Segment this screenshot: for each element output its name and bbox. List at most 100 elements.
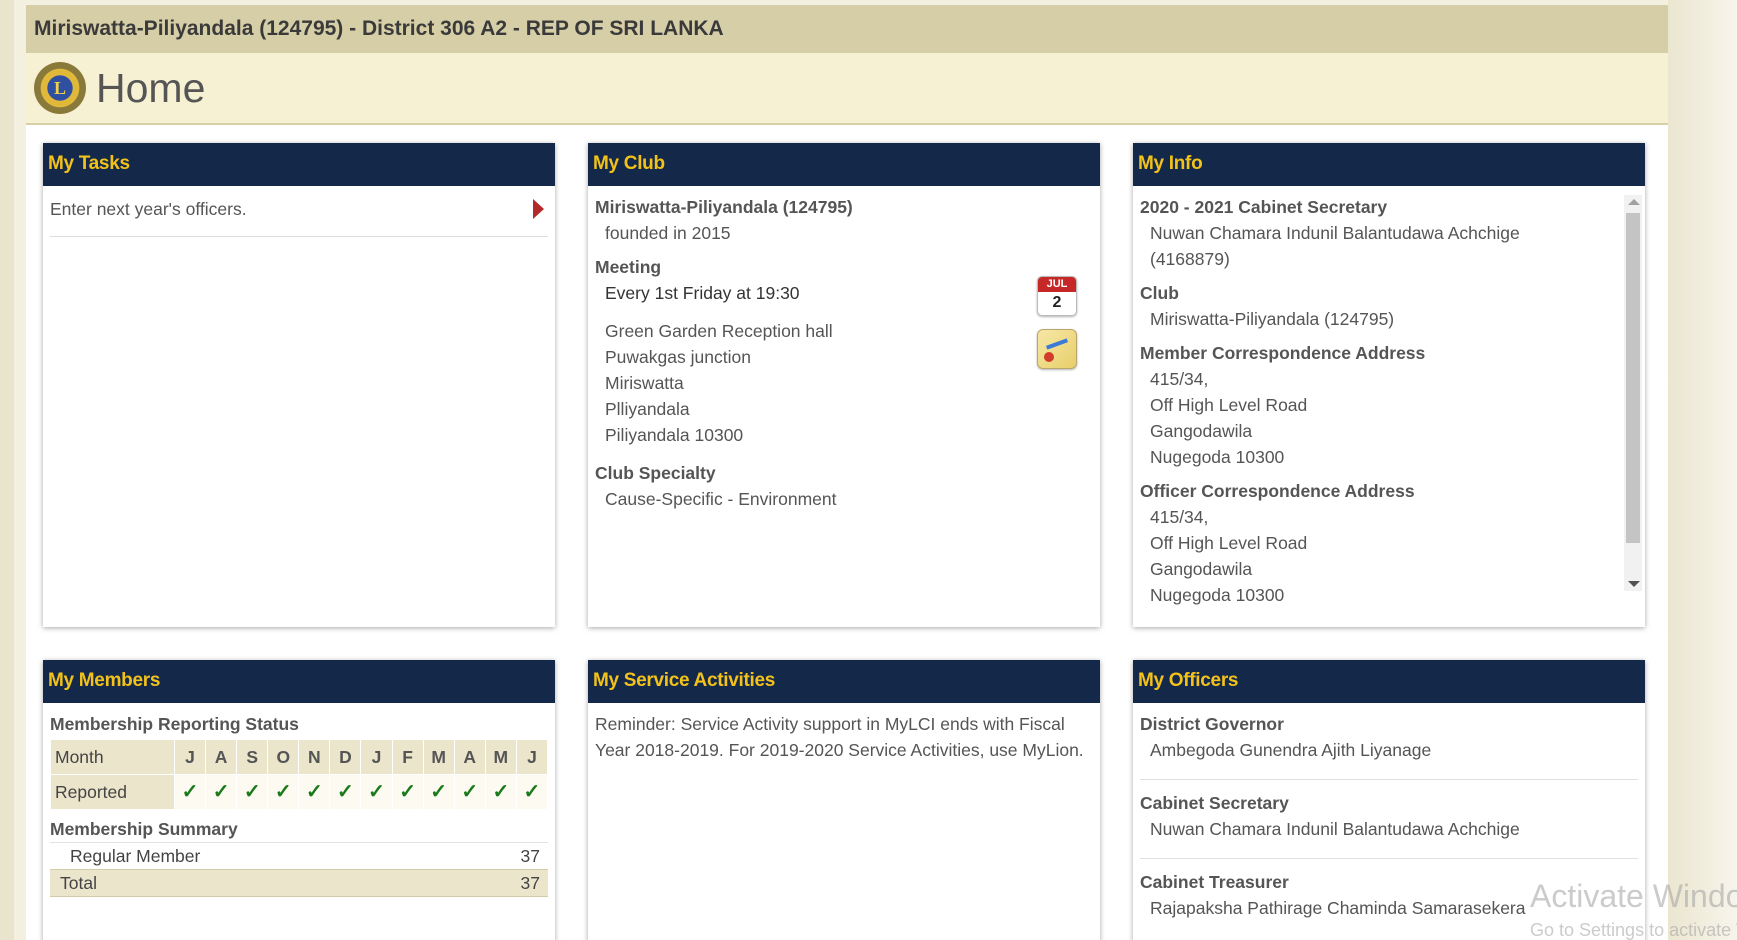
my-service-header[interactable]: My Service Activities (588, 660, 1100, 703)
membership-summary-label: Membership Summary (50, 819, 238, 839)
info-name: Nuwan Chamara Indunil Balantudawa Achchi… (1150, 223, 1520, 243)
meeting-address-line: Puwakgas junction (605, 347, 751, 367)
check-icon: ✓ (329, 774, 362, 810)
check-icon: ✓ (422, 774, 455, 810)
home-header: L Home (26, 53, 1668, 125)
month-label: Month (50, 739, 175, 775)
month-cell: J (360, 739, 393, 775)
scrollbar-thumb[interactable] (1626, 213, 1640, 543)
summary-row-label: Regular Member (70, 846, 201, 866)
my-members-panel: My Members Membership Reporting Status M… (43, 660, 555, 940)
check-icon: ✓ (360, 774, 393, 810)
reporting-status-table: Month J A S O N D J F M A M J Reported ✓… (50, 739, 549, 810)
check-icon: ✓ (236, 774, 269, 810)
month-cell: F (391, 739, 424, 775)
meeting-time: Every 1st Friday at 19:30 (605, 283, 800, 303)
page-title: Home (96, 64, 206, 111)
task-item[interactable]: Enter next year's officers. (50, 186, 548, 237)
member-address-line: Gangodawila (1150, 421, 1253, 441)
arrow-right-icon[interactable] (533, 199, 544, 219)
my-club-panel: My Club Miriswatta-Piliyandala (124795) … (588, 143, 1100, 627)
summary-total-row: Total 37 (50, 869, 548, 897)
summary-row-value: 37 (520, 846, 540, 866)
my-officers-header[interactable]: My Officers (1133, 660, 1645, 703)
my-info-header[interactable]: My Info (1133, 143, 1645, 186)
club-title-bar: Miriswatta-Piliyandala (124795) - Distri… (26, 5, 1668, 53)
scroll-up-icon[interactable] (1628, 199, 1640, 205)
club-title: Miriswatta-Piliyandala (124795) - Distri… (34, 17, 724, 40)
month-cell: S (236, 739, 269, 775)
map-icon[interactable] (1037, 329, 1077, 369)
summary-total-label: Total (60, 873, 97, 893)
check-icon: ✓ (298, 774, 331, 810)
lions-logo-icon[interactable]: L (34, 62, 86, 114)
month-cell: M (484, 739, 517, 775)
club-founded: founded in 2015 (605, 223, 731, 243)
officer-item: District Governor Ambegoda Gunendra Ajit… (1140, 711, 1638, 780)
scroll-down-icon[interactable] (1628, 581, 1640, 587)
check-icon: ✓ (515, 774, 549, 810)
check-icon: ✓ (484, 774, 517, 810)
club-specialty: Cause-Specific - Environment (605, 489, 837, 509)
month-cell: D (329, 739, 362, 775)
officer-item: Cabinet Secretary Nuwan Chamara Indunil … (1140, 790, 1638, 859)
check-icon: ✓ (453, 774, 486, 810)
right-margin (1668, 0, 1737, 940)
officer-address-label: Officer Correspondence Address (1140, 481, 1415, 501)
check-icon: ✓ (267, 774, 300, 810)
month-cell: M (422, 739, 455, 775)
info-scrollbar[interactable] (1624, 195, 1642, 591)
month-cell: N (298, 739, 331, 775)
logo-letter: L (53, 77, 66, 98)
my-tasks-header[interactable]: My Tasks (43, 143, 555, 186)
member-address-line: 415/34, (1150, 369, 1209, 389)
info-member-id: (4168879) (1150, 249, 1230, 269)
officer-role: District Governor (1140, 714, 1284, 734)
month-cell: J (173, 739, 207, 775)
member-address-label: Member Correspondence Address (1140, 343, 1426, 363)
officer-role: Cabinet Secretary (1140, 793, 1289, 813)
reported-label: Reported (50, 774, 175, 810)
officer-name: Nuwan Chamara Indunil Balantudawa Achchi… (1150, 819, 1520, 839)
month-cell: A (205, 739, 238, 775)
month-cell: A (453, 739, 486, 775)
meeting-address-line: Miriswatta (605, 373, 684, 393)
check-icon: ✓ (205, 774, 238, 810)
left-margin (0, 0, 14, 940)
club-specialty-label: Club Specialty (595, 463, 716, 483)
meeting-label: Meeting (595, 257, 662, 277)
my-club-header[interactable]: My Club (588, 143, 1100, 186)
activation-watermark: Activate Windows (1530, 878, 1737, 914)
officer-name: Ambegoda Gunendra Ajith Liyanage (1150, 740, 1432, 760)
summary-total-value: 37 (520, 873, 540, 893)
reporting-status-label: Membership Reporting Status (50, 714, 299, 734)
summary-row: Regular Member 37 (50, 842, 548, 869)
member-address-line: Off High Level Road (1150, 395, 1308, 415)
calendar-icon[interactable]: JUL 2 (1037, 276, 1077, 316)
my-info-panel: My Info 2020 - 2021 Cabinet Secretary Nu… (1133, 143, 1645, 627)
officer-address-line: Nugegoda 10300 (1150, 585, 1285, 605)
officer-address-line: 415/34, (1150, 507, 1209, 527)
info-role: 2020 - 2021 Cabinet Secretary (1140, 197, 1388, 217)
activation-watermark-subtitle: Go to Settings to activate Windows. (1530, 920, 1737, 940)
calendar-day: 2 (1052, 294, 1062, 311)
my-service-panel: My Service Activities Reminder: Service … (588, 660, 1100, 940)
my-members-header[interactable]: My Members (43, 660, 555, 703)
meeting-address-line: Piliyandala 10300 (605, 425, 744, 445)
club-name: Miriswatta-Piliyandala (124795) (595, 197, 853, 217)
month-cell: J (515, 739, 549, 775)
check-icon: ✓ (173, 774, 207, 810)
info-club: Miriswatta-Piliyandala (124795) (1150, 309, 1395, 329)
service-reminder: Reminder: Service Activity support in My… (595, 714, 1084, 760)
calendar-month: JUL (1038, 277, 1076, 292)
member-address-line: Nugegoda 10300 (1150, 447, 1285, 467)
officer-address-line: Off High Level Road (1150, 533, 1308, 553)
officer-address-line: Gangodawila (1150, 559, 1253, 579)
meeting-address-line: Plliyandala (605, 399, 690, 419)
info-club-label: Club (1140, 283, 1179, 303)
my-tasks-panel: My Tasks Enter next year's officers. (43, 143, 555, 627)
task-text: Enter next year's officers. (50, 199, 247, 219)
month-cell: O (267, 739, 300, 775)
check-icon: ✓ (391, 774, 424, 810)
meeting-address-line: Green Garden Reception hall (605, 321, 833, 341)
